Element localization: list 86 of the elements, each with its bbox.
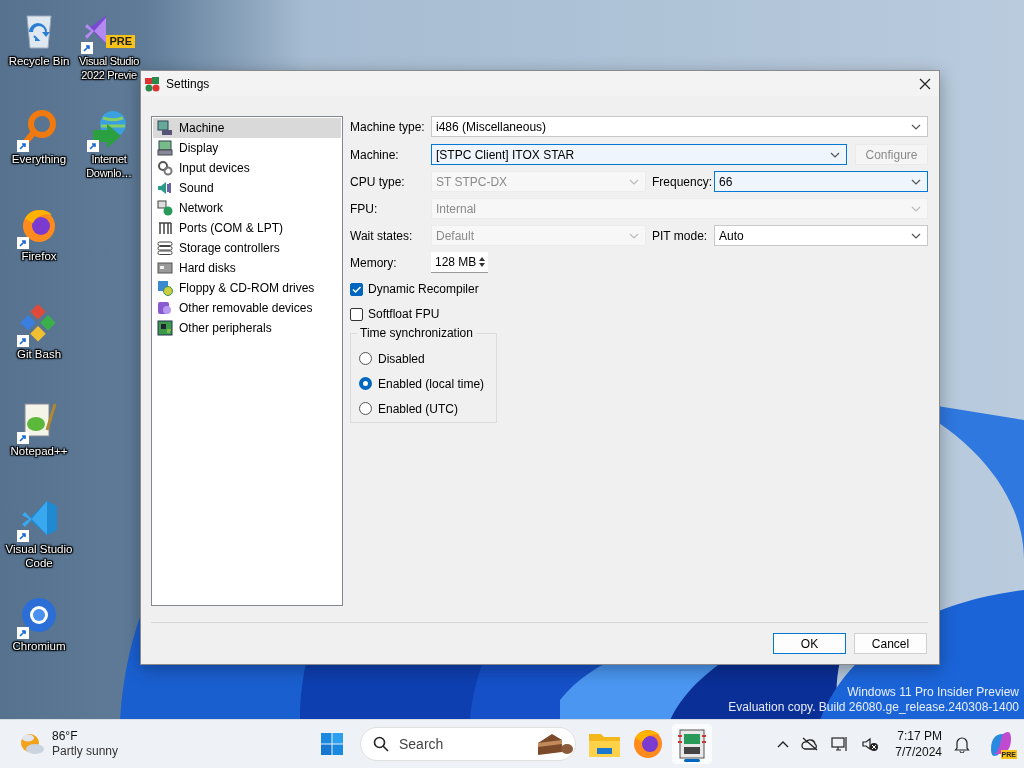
radio-button[interactable]	[359, 352, 372, 365]
volume-muted-icon[interactable]	[861, 736, 880, 752]
field-label: Wait states:	[350, 228, 414, 243]
bell-icon[interactable]	[954, 735, 970, 753]
removable-drive-icon	[157, 300, 173, 316]
sidebar-item[interactable]: Display	[153, 138, 341, 158]
caret-icon	[830, 151, 840, 158]
spinner-arrows-icon[interactable]	[478, 255, 487, 269]
radio-button[interactable]	[359, 377, 372, 390]
field-label: Machine:	[350, 147, 400, 162]
ring-icon[interactable]	[19, 595, 59, 635]
app-icon	[144, 75, 160, 92]
close-icon[interactable]	[919, 77, 931, 90]
sidebar-item[interactable]: Machine	[153, 118, 341, 138]
port-icon	[157, 220, 173, 236]
watermark-text: Evaluation copy. Build 26080.ge_release.240308-1400	[728, 700, 1019, 715]
sidebar-item[interactable]: Storage controllers	[153, 238, 341, 258]
cloud-off-icon[interactable]	[801, 737, 820, 751]
checkbox[interactable]	[350, 282, 363, 296]
dropdown[interactable]: [STPC Client] ITOX STAR	[431, 144, 847, 165]
icon-label[interactable]: Git Bash	[1, 346, 77, 361]
radio-label: Enabled (local time)	[378, 376, 485, 391]
icon-label[interactable]: Notepad++	[1, 444, 77, 458]
clock-time[interactable]: 7:17 PM	[897, 728, 942, 744]
tiles-icon[interactable]	[19, 302, 59, 343]
field-label: Frequency:	[652, 174, 714, 189]
active-indicator	[684, 759, 700, 762]
field-label: FPU:	[350, 201, 379, 216]
monitor-icon[interactable]	[831, 736, 850, 752]
dropdown[interactable]: i486 (Miscellaneous)	[431, 116, 928, 137]
radio-label: Enabled (UTC)	[378, 401, 459, 416]
caret-icon	[911, 205, 921, 212]
sidebar-item[interactable]: Input devices	[153, 158, 341, 178]
temperature[interactable]: 86°F	[52, 729, 119, 744]
computer-icon	[157, 120, 173, 136]
checkbox-label: Softfloat FPU	[368, 307, 440, 321]
badge: PRE	[106, 35, 135, 48]
speaker-icon	[157, 180, 173, 196]
caret-icon	[911, 178, 921, 185]
field-label: Machine type:	[350, 119, 426, 134]
sidebar-item[interactable]: Floppy & CD-ROM drives	[153, 278, 341, 298]
spin-field[interactable]: 128 MB	[431, 252, 489, 273]
field-label: Memory:	[350, 255, 398, 270]
circuit-board-icon	[157, 320, 173, 336]
network-icon	[157, 200, 173, 216]
checkbox[interactable]	[350, 307, 363, 321]
sidebar-item[interactable]: Hard disks	[153, 258, 341, 278]
sidebar-item[interactable]: Sound	[153, 178, 341, 198]
chevron-up-icon[interactable]	[777, 740, 790, 748]
copilot-icon[interactable]	[988, 731, 1014, 757]
icon-label[interactable]: Visual Studio Code	[1, 541, 77, 570]
gear-icon	[157, 160, 173, 176]
caret-icon	[911, 232, 921, 239]
ok-button[interactable]: OK	[773, 633, 846, 654]
sidebar-item[interactable]: Other removable devices	[153, 298, 341, 318]
search-icon	[373, 736, 389, 752]
radio-label: Disabled	[378, 351, 425, 366]
icon-label[interactable]: Firefox	[1, 249, 77, 263]
sidebar-item[interactable]: Ports (COM & LPT)	[153, 218, 341, 238]
radio-button[interactable]	[359, 402, 372, 415]
dropdown[interactable]: 66	[714, 171, 928, 192]
field-label: PIT mode:	[652, 228, 709, 243]
group-title: Time synchronization	[357, 326, 476, 340]
monitor-icon	[157, 140, 173, 156]
caret-icon	[629, 232, 639, 239]
caret-icon	[911, 123, 921, 130]
cancel-button[interactable]: Cancel	[854, 633, 927, 654]
dropdown[interactable]: Auto	[714, 225, 928, 246]
weather-condition[interactable]: Partly sunny	[52, 744, 119, 759]
icon-label[interactable]: Everything	[1, 151, 77, 166]
start-icon[interactable]	[320, 732, 344, 756]
checkbox-label: Dynamic Recompiler	[368, 282, 479, 296]
search-field[interactable]: Search	[360, 727, 576, 761]
database-icon	[157, 240, 173, 256]
clock-date[interactable]: 7/7/2024	[895, 744, 942, 760]
field-label: CPU type:	[350, 174, 406, 189]
icon-label[interactable]: Recycle Bin	[1, 54, 77, 68]
window-title: Settings	[166, 76, 211, 91]
sidebar-item[interactable]: Network	[153, 198, 341, 218]
floppy-icon	[157, 280, 173, 296]
icon-label[interactable]: Internet Downlo…	[78, 151, 140, 180]
icon-label[interactable]: Chromium	[1, 639, 77, 653]
sidebar-item[interactable]: Other peripherals	[153, 318, 341, 338]
icon-label[interactable]: Visual Studio 2022 Previe	[78, 54, 140, 82]
watermark-text: Windows 11 Pro Insider Preview	[847, 685, 1019, 700]
caret-icon	[629, 178, 639, 185]
